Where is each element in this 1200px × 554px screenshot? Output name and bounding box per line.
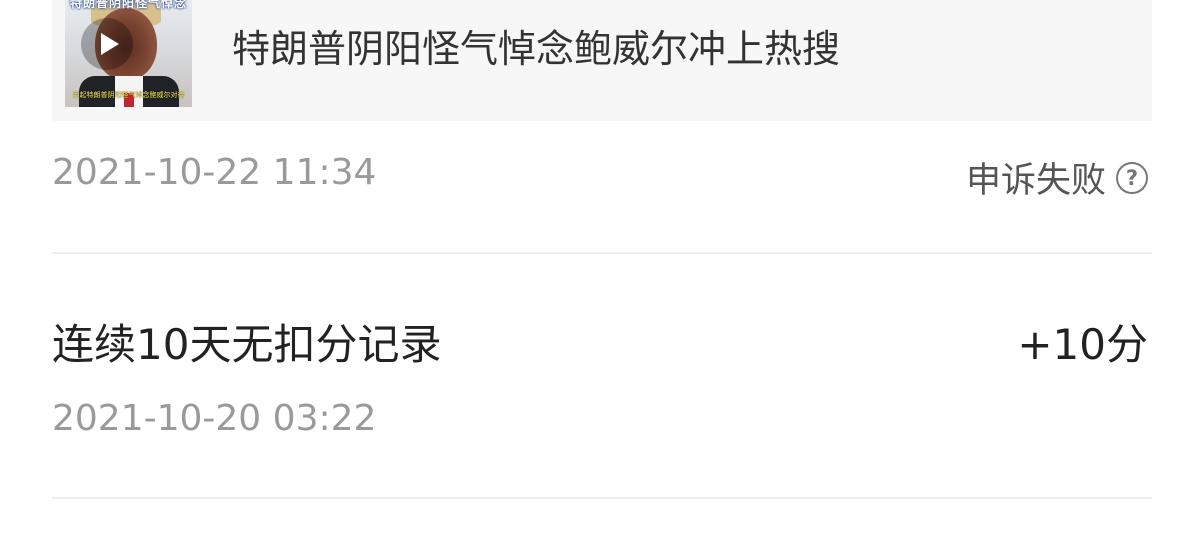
divider [52, 252, 1152, 254]
appeal-status[interactable]: 申诉失败 ? [966, 152, 1148, 203]
record-date: 2021-10-20 03:22 [52, 398, 377, 439]
thumbnail-caption-top: 特朗普阴阳怪气悼念 [69, 0, 187, 10]
video-thumbnail[interactable]: 特朗普阴阳怪气悼念 另起特朗普阴阳怪气悼念鲍威尔对待 [65, 0, 192, 107]
record-points: +10分 [1017, 320, 1148, 369]
question-circle-icon[interactable]: ? [1116, 161, 1148, 194]
video-title[interactable]: 特朗普阴阳怪气悼念鲍威尔冲上热搜 [232, 18, 840, 73]
appeal-status-label: 申诉失败 [965, 161, 1106, 201]
thumbnail-caption-bottom: 另起特朗普阴阳怪气悼念鲍威尔对待 [72, 91, 185, 99]
divider [52, 497, 1152, 499]
play-icon[interactable] [81, 18, 133, 70]
video-card[interactable]: 特朗普阴阳怪气悼念 另起特朗普阴阳怪气悼念鲍威尔对待 特朗普阴阳怪气悼念鲍威尔冲… [52, 0, 1152, 121]
record-title: 连续10天无扣分记录 [52, 320, 442, 369]
record-date: 2021-10-22 11:34 [52, 152, 377, 193]
